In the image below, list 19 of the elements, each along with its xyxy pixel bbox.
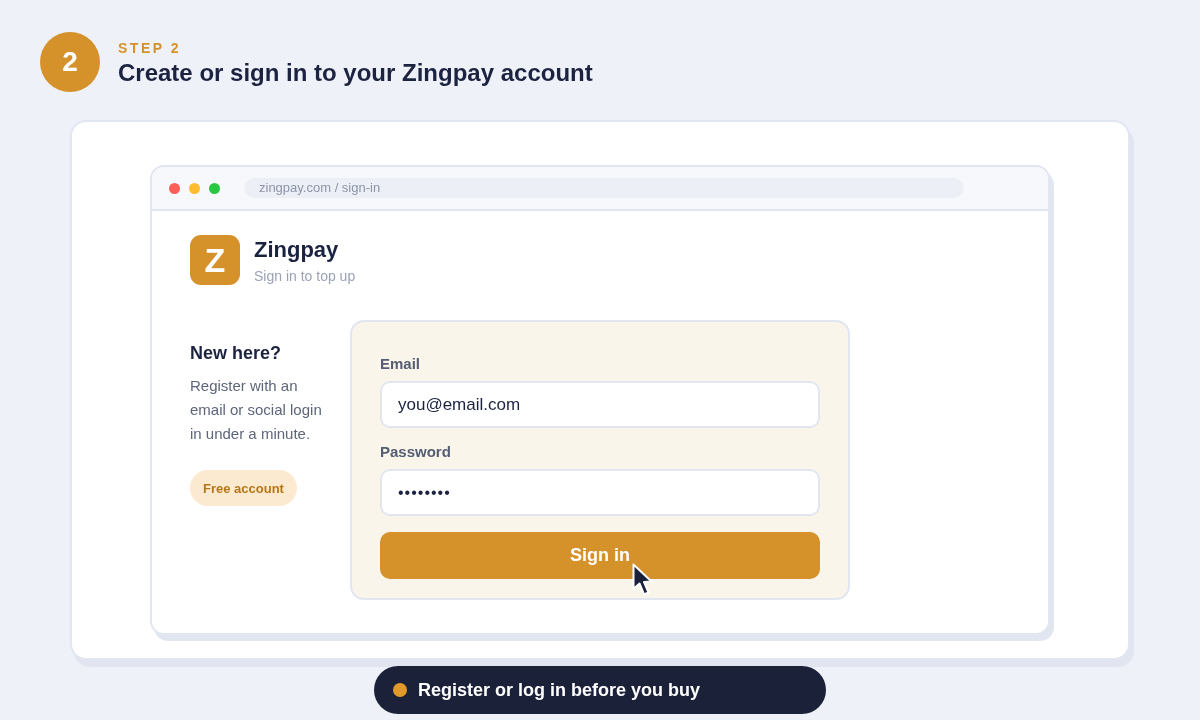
window-minimize-icon[interactable] xyxy=(189,182,200,194)
window-close-icon[interactable] xyxy=(169,182,180,194)
intro-text: Register with an email or social login in under a minute. xyxy=(190,376,323,444)
status-dot-icon xyxy=(393,683,407,697)
step-number: 2 xyxy=(40,32,100,92)
field-label: Password xyxy=(380,442,451,462)
field-label: Email xyxy=(380,354,421,374)
app-logo: Z xyxy=(190,235,240,285)
intro-heading: New here? xyxy=(190,342,282,365)
brand-tagline: Sign in to top up xyxy=(254,266,356,285)
cursor-icon xyxy=(632,563,653,597)
step-eyebrow: STEP 2 xyxy=(118,38,181,57)
brand-name: Zingpay xyxy=(254,235,339,264)
text-field[interactable]: you@email.com xyxy=(380,381,820,428)
step-title: Create or sign in to your Zingpay account xyxy=(118,57,593,88)
window-maximize-icon[interactable] xyxy=(209,182,220,194)
password-field[interactable]: •••••••• xyxy=(380,469,820,516)
banner-text: Register or log in before you buy xyxy=(418,679,701,701)
free-account-tag: Free account xyxy=(190,470,297,506)
